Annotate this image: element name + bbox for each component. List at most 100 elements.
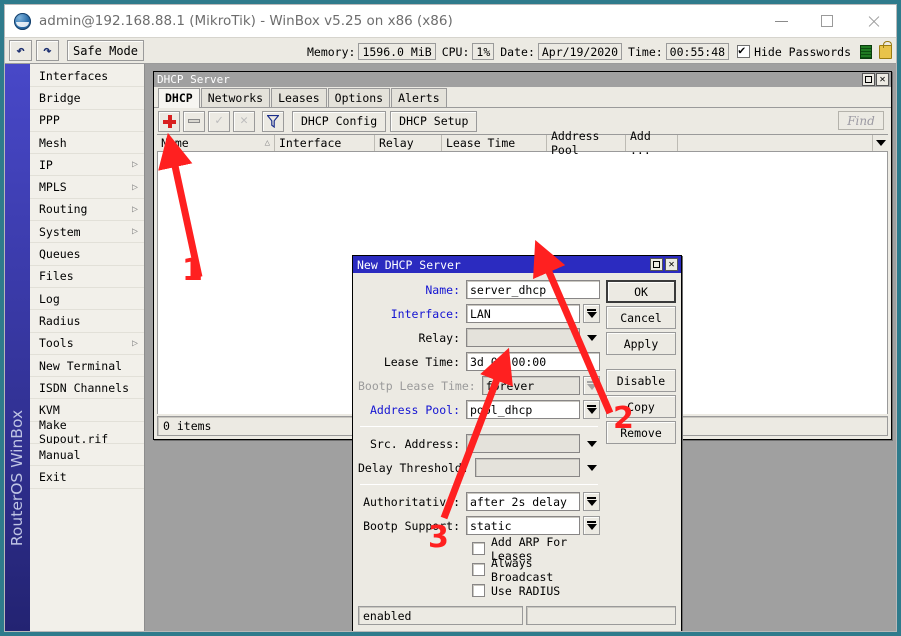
- lock-icon: [879, 40, 892, 59]
- src-address-input[interactable]: [466, 434, 580, 453]
- dhcp-setup-button[interactable]: DHCP Setup: [390, 110, 478, 132]
- src-address-dropdown-button[interactable]: [583, 434, 600, 453]
- delay-threshold-dropdown-button[interactable]: [583, 458, 600, 477]
- find-placeholder-label: Find: [847, 113, 875, 128]
- tab-leases[interactable]: Leases: [271, 88, 327, 107]
- bootp-support-dropdown-button[interactable]: [583, 516, 600, 535]
- filter-button[interactable]: [262, 110, 284, 132]
- minus-icon: [188, 119, 200, 123]
- tab-dhcp[interactable]: DHCP: [158, 88, 200, 108]
- chevron-down-icon: [586, 405, 597, 414]
- new-dhcp-button-column: OK Cancel Apply Disable Copy Remove: [606, 279, 676, 606]
- relay-input[interactable]: [466, 328, 580, 347]
- maximize-icon: [653, 261, 660, 268]
- name-input[interactable]: server_dhcp: [466, 280, 600, 299]
- sidebar-item-log[interactable]: Log: [30, 287, 144, 311]
- enable-button[interactable]: ✓: [208, 110, 230, 132]
- relay-dropdown-button[interactable]: [583, 328, 600, 347]
- column-header-interface[interactable]: Interface: [275, 135, 375, 151]
- plus-icon: [162, 114, 176, 128]
- new-dhcp-status-bar: enabled: [358, 606, 676, 628]
- cpu-value: 1%: [472, 43, 495, 60]
- sidebar-item-tools[interactable]: Tools ▷: [30, 332, 144, 355]
- copy-button[interactable]: Copy: [606, 395, 676, 418]
- hide-passwords-checkbox[interactable]: [737, 43, 751, 58]
- column-header-relay[interactable]: Relay: [375, 135, 442, 151]
- remove-label: Remove: [620, 425, 662, 440]
- brand-text-wrap: RouterOS WinBox: [5, 317, 30, 617]
- new-dhcp-titlebar[interactable]: New DHCP Server ✕: [353, 256, 681, 273]
- apply-button[interactable]: Apply: [606, 332, 676, 355]
- authoritative-dropdown-button[interactable]: [583, 492, 600, 511]
- use-radius-checkbox[interactable]: [472, 584, 485, 597]
- sidebar-item-isdn-channels[interactable]: ISDN Channels: [30, 377, 144, 400]
- minimize-icon: [774, 20, 788, 22]
- sidebar-item-system[interactable]: System ▷: [30, 221, 144, 244]
- column-header-address-pool[interactable]: Address Pool: [547, 129, 626, 157]
- address-pool-dropdown-button[interactable]: [583, 400, 600, 419]
- sidebar-item-ip[interactable]: IP ▷: [30, 154, 144, 177]
- tab-label: DHCP: [165, 91, 193, 105]
- dhcp-maximize-button[interactable]: [862, 73, 875, 86]
- sidebar-item-mesh[interactable]: Mesh: [30, 131, 144, 155]
- sidebar-item-manual[interactable]: Manual: [30, 444, 144, 467]
- sidebar-item-queues[interactable]: Queues: [30, 243, 144, 266]
- new-dhcp-maximize-button[interactable]: [650, 258, 663, 271]
- sidebar-item-routing[interactable]: Routing ▷: [30, 198, 144, 222]
- new-dhcp-close-button[interactable]: ✕: [665, 258, 678, 271]
- dhcp-window-titlebar[interactable]: DHCP Server ✕: [154, 72, 891, 87]
- authoritative-input[interactable]: after 2s delay: [466, 492, 580, 511]
- sidebar-item-mpls[interactable]: MPLS ▷: [30, 176, 144, 199]
- bootp-support-input[interactable]: static: [466, 516, 580, 535]
- disable-button[interactable]: ✕: [233, 110, 255, 132]
- always-broadcast-checkbox[interactable]: [472, 563, 485, 576]
- add-button[interactable]: [158, 110, 180, 132]
- safe-mode-button[interactable]: Safe Mode: [67, 40, 144, 61]
- minimize-button[interactable]: [758, 5, 804, 37]
- sidebar-item-radius[interactable]: Radius: [30, 310, 144, 333]
- tab-options[interactable]: Options: [327, 88, 391, 107]
- maximize-button[interactable]: [804, 5, 850, 37]
- field-row-delay-threshold: Delay Threshold:: [358, 457, 600, 478]
- remove-button[interactable]: Remove: [606, 421, 676, 444]
- column-chooser-button[interactable]: [872, 135, 888, 151]
- disable-button[interactable]: Disable: [606, 369, 676, 392]
- close-button[interactable]: [850, 5, 896, 37]
- sidebar-item-exit[interactable]: Exit: [30, 466, 144, 489]
- add-arp-checkbox[interactable]: [472, 542, 485, 555]
- column-header-lease-time[interactable]: Lease Time: [442, 135, 547, 151]
- cancel-button[interactable]: Cancel: [606, 306, 676, 329]
- delay-threshold-input[interactable]: [474, 458, 580, 477]
- find-input[interactable]: Find: [838, 111, 884, 130]
- interface-input[interactable]: LAN: [466, 304, 580, 323]
- apply-label: Apply: [623, 336, 659, 351]
- new-dhcp-body: Name: server_dhcp Interface: LAN Relay:: [353, 273, 681, 606]
- dhcp-setup-label: DHCP Setup: [399, 114, 469, 128]
- column-header-name[interactable]: Name △: [157, 135, 275, 151]
- sidebar-item-label: Routing: [39, 202, 88, 217]
- tab-networks[interactable]: Networks: [200, 88, 271, 107]
- sidebar-item-new-terminal[interactable]: New Terminal: [30, 354, 144, 378]
- undo-button[interactable]: ↶: [9, 40, 32, 61]
- column-header-add[interactable]: Add ...: [626, 129, 678, 157]
- sidebar-item-files[interactable]: Files: [30, 265, 144, 288]
- sidebar-item-bridge[interactable]: Bridge: [30, 87, 144, 110]
- ok-button[interactable]: OK: [606, 280, 676, 303]
- undo-arrow-icon: ↶: [16, 42, 25, 59]
- address-pool-input[interactable]: pool_dhcp: [466, 400, 580, 419]
- lease-time-input[interactable]: 3d 00:00:00: [466, 352, 600, 371]
- bootp-lease-time-input[interactable]: forever: [481, 376, 580, 395]
- interface-dropdown-button[interactable]: [583, 304, 600, 323]
- sort-ascending-icon: △: [264, 138, 270, 148]
- tab-alerts[interactable]: Alerts: [391, 88, 447, 107]
- redo-button[interactable]: ↷: [36, 40, 59, 61]
- maximize-icon: [821, 15, 833, 27]
- sidebar-item-ppp[interactable]: PPP: [30, 109, 144, 132]
- remove-button[interactable]: [183, 110, 205, 132]
- dhcp-close-button[interactable]: ✕: [876, 73, 889, 86]
- dhcp-config-button[interactable]: DHCP Config: [292, 110, 387, 132]
- time-value: 00:55:48: [665, 43, 730, 60]
- bootp-lease-time-dropdown-button[interactable]: [583, 376, 600, 395]
- sidebar-item-make-supout[interactable]: Make Supout.rif: [30, 418, 144, 446]
- sidebar-item-interfaces[interactable]: Interfaces: [30, 65, 144, 88]
